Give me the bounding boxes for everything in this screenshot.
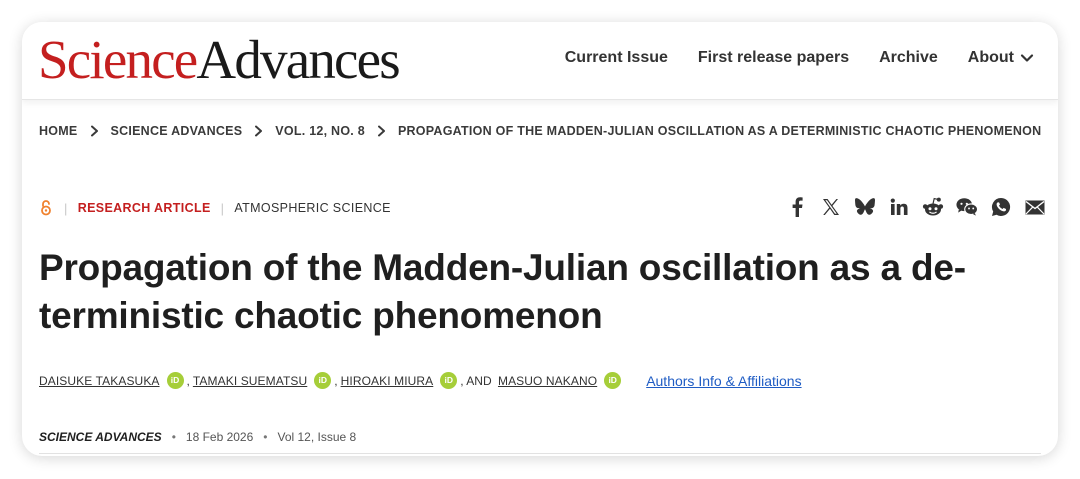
logo-word-advances: Advances (196, 29, 400, 90)
nav-current-issue[interactable]: Current Issue (565, 49, 668, 67)
reddit-icon[interactable] (922, 196, 944, 218)
chevron-right-icon (90, 125, 98, 137)
chevron-down-icon (1020, 54, 1034, 62)
publication-date: 18 Feb 2026 (185, 430, 254, 444)
open-access-icon (41, 200, 51, 216)
pub-separator: • (263, 430, 268, 444)
linkedin-icon[interactable] (888, 196, 910, 218)
meta-divider: | (220, 200, 225, 216)
journal-name[interactable]: SCIENCE ADVANCES (39, 430, 162, 444)
chevron-right-icon (377, 125, 385, 137)
breadcrumb-journal[interactable]: SCIENCE ADVANCES (111, 124, 243, 138)
share-bar (774, 196, 1046, 218)
article-type[interactable]: RESEARCH ARTICLE (78, 201, 211, 215)
wechat-icon[interactable] (956, 196, 978, 218)
author-name[interactable]: MASUO NAKANO (498, 374, 597, 388)
bluesky-icon[interactable] (854, 196, 876, 218)
facebook-icon[interactable] (786, 196, 808, 218)
main-nav: Current Issue First release papers Archi… (565, 49, 1034, 67)
x-icon[interactable] (820, 196, 842, 218)
nav-about-label: About (967, 49, 1014, 66)
article-page: ScienceAdvances Current Issue First rele… (22, 22, 1058, 456)
author-name[interactable]: HIROAKI MIURA (341, 374, 434, 388)
article-subject[interactable]: ATMOSPHERIC SCIENCE (234, 201, 390, 215)
breadcrumb-current: PROPAGATION OF THE MADDEN-JULIAN OSCILLA… (397, 124, 1042, 138)
email-icon[interactable] (1024, 196, 1046, 218)
article-title-line-1: Propagation of the Madden-Julian oscilla… (39, 247, 966, 288)
chevron-right-icon (255, 125, 263, 137)
breadcrumb: HOME SCIENCE ADVANCES VOL. 12, NO. 8 PRO… (39, 124, 1041, 138)
publication-info: SCIENCE ADVANCES • 18 Feb 2026 • Vol 12,… (39, 430, 356, 444)
authors-info-affiliations-link[interactable]: Authors Info & Affiliations (646, 373, 801, 389)
orcid-icon[interactable]: iD (166, 372, 184, 389)
logo-word-science: Science (38, 29, 198, 90)
author-separator: , AND (460, 373, 492, 388)
nav-first-release-papers[interactable]: First release papers (698, 49, 849, 67)
nav-archive[interactable]: Archive (879, 49, 938, 67)
orcid-icon[interactable]: iD (440, 372, 458, 389)
author-name[interactable]: DAISUKE TAKASUKA (39, 374, 160, 388)
nav-about[interactable]: About (968, 49, 1034, 67)
article-title: Propagation of the Madden-Julian oscilla… (39, 244, 1039, 340)
article-meta: | RESEARCH ARTICLE | ATMOSPHERIC SCIENCE (40, 200, 391, 216)
pub-separator: • (171, 430, 176, 444)
breadcrumb-issue[interactable]: VOL. 12, NO. 8 (275, 124, 365, 138)
author-name[interactable]: TAMAKI SUEMATSU (193, 374, 307, 388)
meta-divider: | (64, 200, 68, 216)
science-advances-logo[interactable]: ScienceAdvances (38, 29, 401, 90)
orcid-icon[interactable]: iD (604, 372, 622, 389)
author-separator: , (334, 373, 338, 388)
volume-issue[interactable]: Vol 12, Issue 8 (277, 430, 356, 444)
article-title-line-2: terministic chaotic phenomenon (39, 295, 603, 336)
divider (39, 453, 1041, 454)
orcid-icon[interactable]: iD (314, 372, 332, 389)
author-list: DAISUKE TAKASUKA iD , TAMAKI SUEMATSU iD… (39, 372, 802, 389)
whatsapp-icon[interactable] (990, 196, 1012, 218)
site-header: ScienceAdvances Current Issue First rele… (22, 22, 1058, 100)
breadcrumb-home[interactable]: HOME (39, 124, 78, 138)
author-separator: , (186, 373, 190, 388)
